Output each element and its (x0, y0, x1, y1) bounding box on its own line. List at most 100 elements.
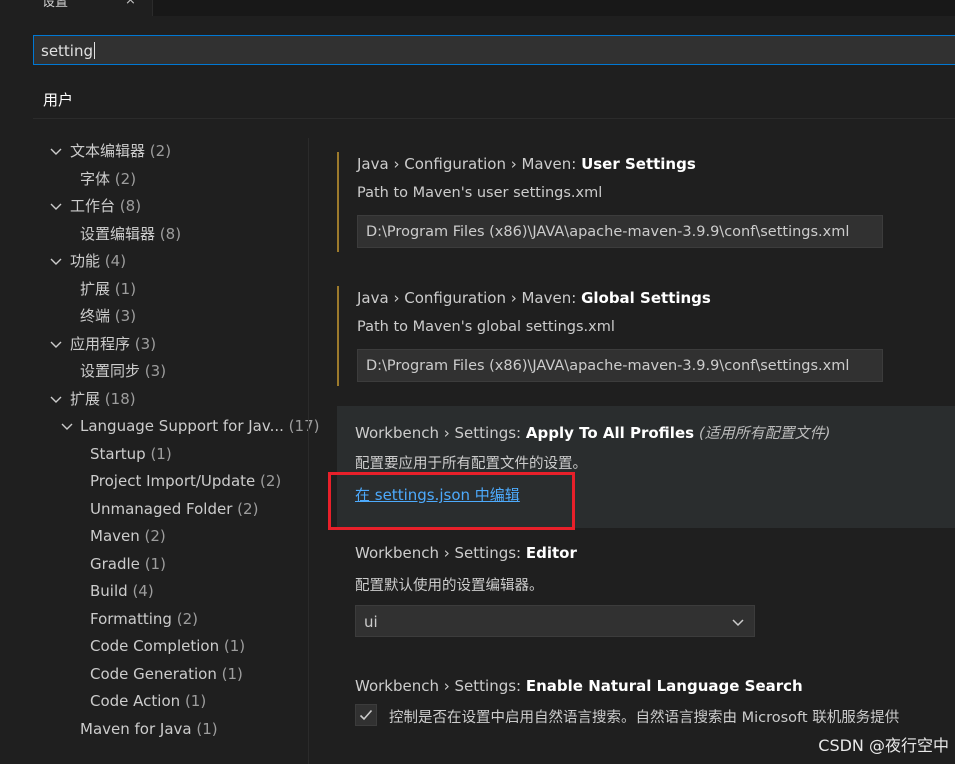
toc-item[interactable]: Maven (2) (0, 523, 308, 549)
toc-item[interactable]: 设置编辑器 (8) (0, 221, 308, 247)
toc-item[interactable]: Gradle (1) (0, 551, 308, 577)
toc-item-label: Code Action (1) (90, 692, 207, 710)
toc-item[interactable]: 应用程序 (3) (0, 331, 308, 357)
toc-item-count: (17) (288, 417, 320, 435)
select-value: ui (364, 613, 378, 631)
scope-divider (33, 118, 955, 119)
toc-item[interactable]: Maven for Java (1) (0, 716, 308, 742)
setting-maven-user-settings: Java › Configuration › Maven: User Setti… (337, 152, 955, 252)
toc-item[interactable]: 工作台 (8) (0, 193, 308, 219)
setting-maven-global-settings: Java › Configuration › Maven: Global Set… (337, 286, 955, 386)
search-value: setting (41, 42, 96, 60)
toc-item-count: (8) (159, 224, 182, 243)
toc-item-label: Language Support for Jav... (17) (80, 417, 320, 435)
toc-item-count: (1) (114, 279, 137, 298)
tab-settings-label: 设置 (42, 0, 69, 10)
toc-item-label: Code Completion (1) (90, 637, 246, 655)
input-value: D:\Program Files (x86)\JAVA\apache-maven… (366, 224, 850, 240)
toc-item-label: 功能 (4) (70, 252, 127, 270)
tab-user-settings[interactable]: 用户 (33, 88, 84, 119)
toc-item-label: 应用程序 (3) (70, 334, 157, 353)
settings-toc: 文本编辑器 (2) 字体 (2) 工作台 (8) 设置编辑器 (8) 功能 (4) 扩展 … (0, 138, 319, 764)
toc-item[interactable]: 扩展 (1) (0, 276, 308, 302)
chevron-down-icon[interactable] (48, 336, 64, 352)
chevron-down-icon[interactable] (59, 418, 75, 434)
natural-language-search-checkbox[interactable] (355, 704, 377, 726)
toc-item[interactable]: 文本编辑器 (2) (0, 138, 308, 164)
setting-title: Workbench › Settings: Editor (355, 544, 577, 562)
toc-item-count: (4) (104, 252, 127, 270)
text-cursor (94, 42, 96, 59)
toc-item-label: 文本编辑器 (2) (70, 142, 172, 160)
toc-item[interactable]: 功能 (4) (0, 248, 308, 274)
tab-settings[interactable]: 设置 × (0, 0, 153, 16)
toc-item-label: Startup (1) (90, 444, 172, 463)
settings-search-input[interactable]: setting (33, 35, 955, 65)
toc-item-count: (2) (176, 609, 198, 628)
maven-user-settings-input[interactable]: D:\Program Files (x86)\JAVA\apache-maven… (357, 215, 883, 248)
editor-tab-bar: 设置 × (0, 0, 955, 16)
setting-editor: Workbench › Settings: Editor 配置默认使用的设置编辑… (337, 538, 955, 643)
toc-item-count: (1) (221, 664, 243, 683)
chevron-down-icon[interactable] (48, 391, 64, 407)
setting-title: Workbench › Settings: Apply To All Profi… (355, 424, 831, 442)
setting-title: Java › Configuration › Maven: User Setti… (357, 155, 696, 173)
toc-item[interactable]: Startup (1) (0, 441, 308, 467)
toc-item[interactable]: Unmanaged Folder (2) (0, 496, 308, 522)
toc-divider (308, 138, 309, 764)
setting-description: Path to Maven's global settings.xml (357, 319, 615, 335)
toc-item-count: (2) (260, 472, 282, 490)
chevron-down-icon[interactable] (48, 143, 64, 159)
toc-item-label: Project Import/Update (2) (90, 472, 282, 490)
setting-title: Workbench › Settings: Enable Natural Lan… (355, 677, 803, 695)
toc-item-count: (1) (144, 554, 166, 573)
toc-item-count: (4) (132, 582, 154, 600)
toc-item[interactable]: Project Import/Update (2) (0, 468, 308, 494)
toc-item-label: 终端 (3) (80, 307, 137, 325)
toc-item-label: Gradle (1) (90, 554, 166, 573)
toc-item-count: (1) (184, 692, 207, 710)
toc-item-label: Code Generation (1) (90, 664, 243, 683)
input-value: D:\Program Files (x86)\JAVA\apache-maven… (366, 358, 850, 374)
chevron-down-icon[interactable] (48, 198, 64, 214)
toc-item[interactable]: 扩展 (18) (0, 386, 308, 412)
check-icon (359, 709, 373, 721)
toc-item[interactable]: Language Support for Jav... (17) (0, 413, 319, 439)
toc-item-count: (3) (114, 307, 137, 325)
watermark: CSDN @夜行空中 (818, 736, 949, 755)
toc-item[interactable]: 字体 (2) (0, 166, 308, 192)
toc-item-label: Maven for Java (1) (80, 719, 218, 738)
toc-item-label: 工作台 (8) (70, 197, 142, 215)
toc-item-count: (1) (196, 719, 218, 738)
toc-item[interactable]: Code Action (1) (0, 688, 308, 714)
toc-item-count: (2) (237, 499, 259, 518)
toc-item-count: (3) (134, 334, 157, 353)
toc-item-label: 设置同步 (3) (80, 362, 167, 380)
settings-list: Java › Configuration › Maven: User Setti… (337, 138, 955, 764)
toc-item-label: 字体 (2) (80, 169, 137, 188)
toc-item[interactable]: 设置同步 (3) (0, 358, 308, 384)
setting-title: Java › Configuration › Maven: Global Set… (357, 289, 711, 307)
maven-global-settings-input[interactable]: D:\Program Files (x86)\JAVA\apache-maven… (357, 349, 883, 382)
toc-item-label: 设置编辑器 (8) (80, 224, 182, 243)
toc-item-label: 扩展 (18) (70, 389, 136, 408)
editor-select[interactable]: ui (355, 605, 755, 637)
toc-item-count: (18) (104, 389, 136, 408)
toc-item[interactable]: Build (4) (0, 578, 308, 604)
toc-item[interactable]: 终端 (3) (0, 303, 308, 329)
toc-item-label: Formatting (2) (90, 609, 198, 628)
setting-description: 控制是否在设置中启用自然语言搜索。自然语言搜索由 Microsoft 联机服务提… (389, 710, 900, 726)
toc-item-count: (1) (223, 637, 246, 655)
chevron-down-icon[interactable] (48, 253, 64, 269)
toc-item-count: (1) (150, 444, 172, 463)
toc-item[interactable]: Formatting (2) (0, 606, 308, 632)
toc-item-count: (2) (144, 527, 166, 545)
highlight-annotation-box (328, 472, 575, 530)
toc-item[interactable]: Code Completion (1) (0, 633, 308, 659)
toc-item-count: (2) (149, 142, 172, 160)
toc-item-label: 扩展 (1) (80, 279, 137, 298)
toc-item-label: Unmanaged Folder (2) (90, 499, 259, 518)
close-icon[interactable]: × (125, 0, 136, 8)
toc-item-count: (8) (119, 197, 142, 215)
toc-item[interactable]: Code Generation (1) (0, 661, 308, 687)
